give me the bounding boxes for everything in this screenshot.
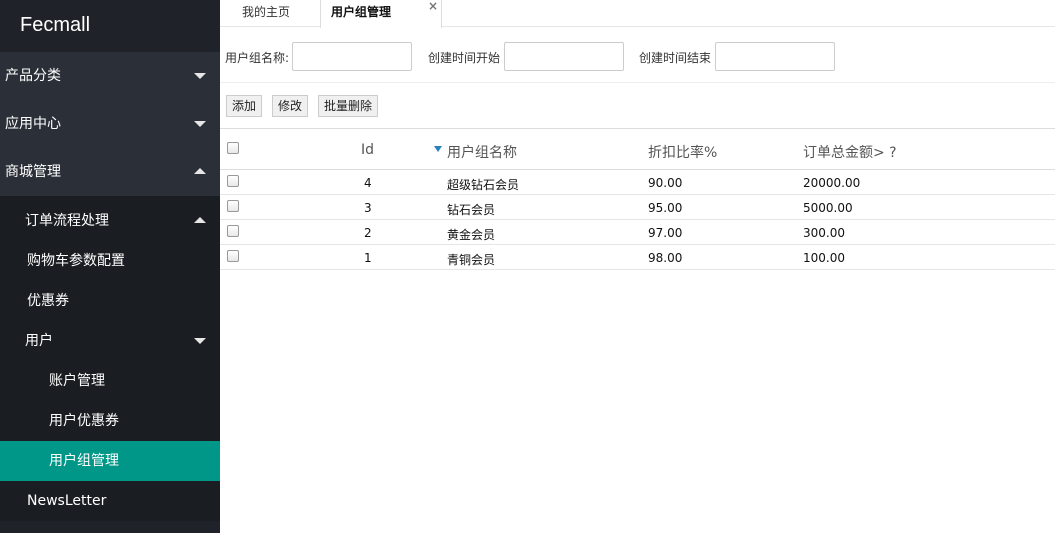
sidebar-item-product-category[interactable]: 产品分类 [0,52,220,100]
created-end-label: 创建时间结束 [639,51,712,65]
column-header-id[interactable]: Id [361,142,374,158]
cell-order-total: 300.00 [803,226,845,240]
created-start-label: 创建时间开始 [428,51,501,65]
cell-discount: 95.00 [648,201,683,215]
sidebar-item-label: 用户 [25,333,53,349]
tab-user-group-management[interactable]: 用户组管理 × [320,0,442,28]
chevron-up-icon [194,168,206,174]
add-button[interactable]: 添加 [226,95,263,117]
sidebar-item-label: 优惠券 [27,293,69,309]
sidebar-item-label: 产品分类 [5,68,61,84]
sidebar-item-order-process[interactable]: 订单流程处理 [0,201,220,241]
sidebar-item-user[interactable]: 用户 [0,321,220,361]
chevron-down-icon [194,121,206,127]
table-row[interactable]: 4 超级钻石会员 90.00 20000.00 [220,170,1055,195]
row-checkbox[interactable] [227,225,239,237]
table-row[interactable]: 3 钻石会员 95.00 5000.00 [220,195,1055,220]
sidebar-item-account-management[interactable]: 账户管理 [0,361,220,401]
created-end-input[interactable] [715,42,835,71]
brand-logo[interactable]: Fecmall [0,0,220,52]
cell-discount: 90.00 [648,176,683,190]
column-header-order-total[interactable]: 订单总金额> ? [803,142,897,162]
user-group-table: Id 用户组名称 折扣比率% 订单总金额> ? 4 超级钻石会员 90.00 2… [220,129,1055,270]
tab-label: 用户组管理 [331,5,392,19]
cell-discount: 98.00 [648,251,683,265]
created-start-input[interactable] [504,42,624,71]
row-checkbox[interactable] [227,200,239,212]
tab-home[interactable]: 我的主页 [220,0,320,27]
batch-delete-button[interactable]: 批量删除 [318,95,379,117]
cell-group-name: 超级钻石会员 [447,178,520,192]
cell-id: 3 [364,201,372,215]
row-checkbox[interactable] [227,250,239,262]
sidebar-item-label: 用户优惠券 [49,413,119,429]
sidebar-item-label: 购物车参数配置 [27,253,125,269]
sidebar-item-user-group-management[interactable]: 用户组管理 [0,441,220,481]
tab-label: 我的主页 [242,5,291,19]
cell-group-name: 钻石会员 [447,203,496,217]
table-header: Id 用户组名称 折扣比率% 订单总金额> ? [220,129,1055,170]
sidebar-item-label: NewsLetter [27,493,107,509]
tab-bar: 我的主页 用户组管理 × [220,0,1055,28]
row-checkbox[interactable] [227,175,239,187]
sidebar: Fecmall 产品分类 应用中心 商城管理 订单流程处理 购物车参数配置 优惠… [0,0,220,533]
cell-order-total: 100.00 [803,251,845,265]
column-header-group-name[interactable]: 用户组名称 [447,142,517,162]
edit-button[interactable]: 修改 [272,95,309,117]
table-row[interactable]: 1 青铜会员 98.00 100.00 [220,245,1055,270]
filter-bar: 用户组名称: 创建时间开始 创建时间结束 [220,27,1055,83]
cell-group-name: 黄金会员 [447,228,496,242]
sidebar-item-cart-config[interactable]: 购物车参数配置 [0,241,220,281]
chevron-up-icon [194,217,206,223]
sidebar-item-label: 用户组管理 [49,453,119,469]
cell-group-name: 青铜会员 [447,253,496,267]
main-content: 我的主页 用户组管理 × 用户组名称: 创建时间开始 创建时间结束 添加 修改 … [220,0,1055,533]
cell-id: 1 [364,251,372,265]
cell-discount: 97.00 [648,226,683,240]
sidebar-item-label: 账户管理 [49,373,105,389]
cell-id: 2 [364,226,372,240]
sidebar-item-label: 订单流程处理 [25,213,109,229]
sidebar-item-label: 应用中心 [5,116,61,132]
sidebar-item-label: 商城管理 [5,164,61,180]
sidebar-item-app-center[interactable]: 应用中心 [0,100,220,148]
submenu-mall-management: 订单流程处理 购物车参数配置 优惠券 用户 账户管理 用户优惠券 用户组管理 N… [0,196,220,521]
sidebar-item-newsletter[interactable]: NewsLetter [0,481,220,521]
sort-desc-icon[interactable] [434,146,442,152]
chevron-down-icon [194,73,206,79]
sidebar-item-mall-management[interactable]: 商城管理 [0,148,220,196]
close-icon[interactable]: × [428,0,438,18]
group-name-input[interactable] [292,42,412,71]
cell-order-total: 20000.00 [803,176,861,190]
group-name-label: 用户组名称: [225,51,290,65]
column-header-discount[interactable]: 折扣比率% [648,142,717,162]
cell-id: 4 [364,176,372,190]
cell-order-total: 5000.00 [803,201,853,215]
chevron-down-icon [194,338,206,344]
sidebar-item-coupon[interactable]: 优惠券 [0,281,220,321]
table-row[interactable]: 2 黄金会员 97.00 300.00 [220,220,1055,245]
select-all-checkbox[interactable] [227,142,239,154]
sidebar-item-user-coupon[interactable]: 用户优惠券 [0,401,220,441]
toolbar: 添加 修改 批量删除 [220,83,1055,129]
